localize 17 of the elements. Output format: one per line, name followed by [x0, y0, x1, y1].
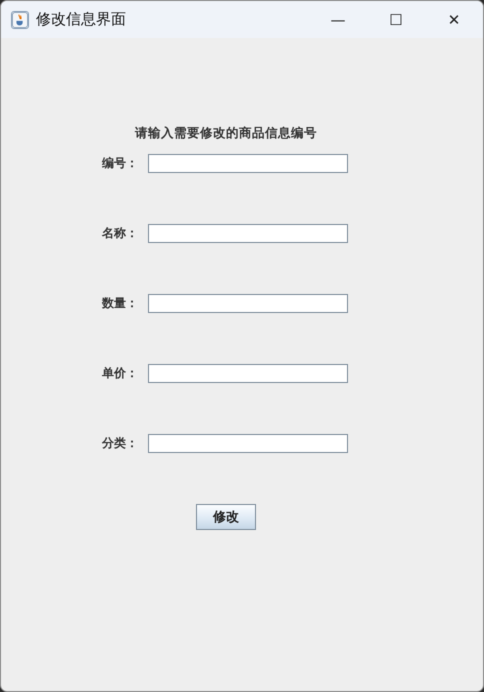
input-field[interactable]	[148, 154, 348, 173]
input-field[interactable]	[148, 294, 348, 313]
input-field[interactable]	[148, 434, 348, 453]
input-field[interactable]	[148, 224, 348, 243]
java-cup-icon	[11, 10, 29, 28]
field-label: 编号：	[102, 155, 139, 172]
window-title: 修改信息界面	[36, 10, 127, 29]
submit-button[interactable]: 修改	[196, 504, 256, 530]
maximize-button[interactable]: ☐	[367, 1, 425, 38]
field-label: 数量：	[102, 295, 139, 312]
close-button[interactable]: ✕	[425, 1, 483, 38]
input-field[interactable]	[148, 364, 348, 383]
form-heading: 请输入需要修改的商品信息编号	[135, 125, 317, 140]
field-label: 名称：	[102, 225, 139, 242]
field-label: 单价：	[102, 365, 139, 382]
field-label: 分类：	[102, 435, 139, 452]
minimize-button[interactable]: —	[309, 1, 367, 38]
